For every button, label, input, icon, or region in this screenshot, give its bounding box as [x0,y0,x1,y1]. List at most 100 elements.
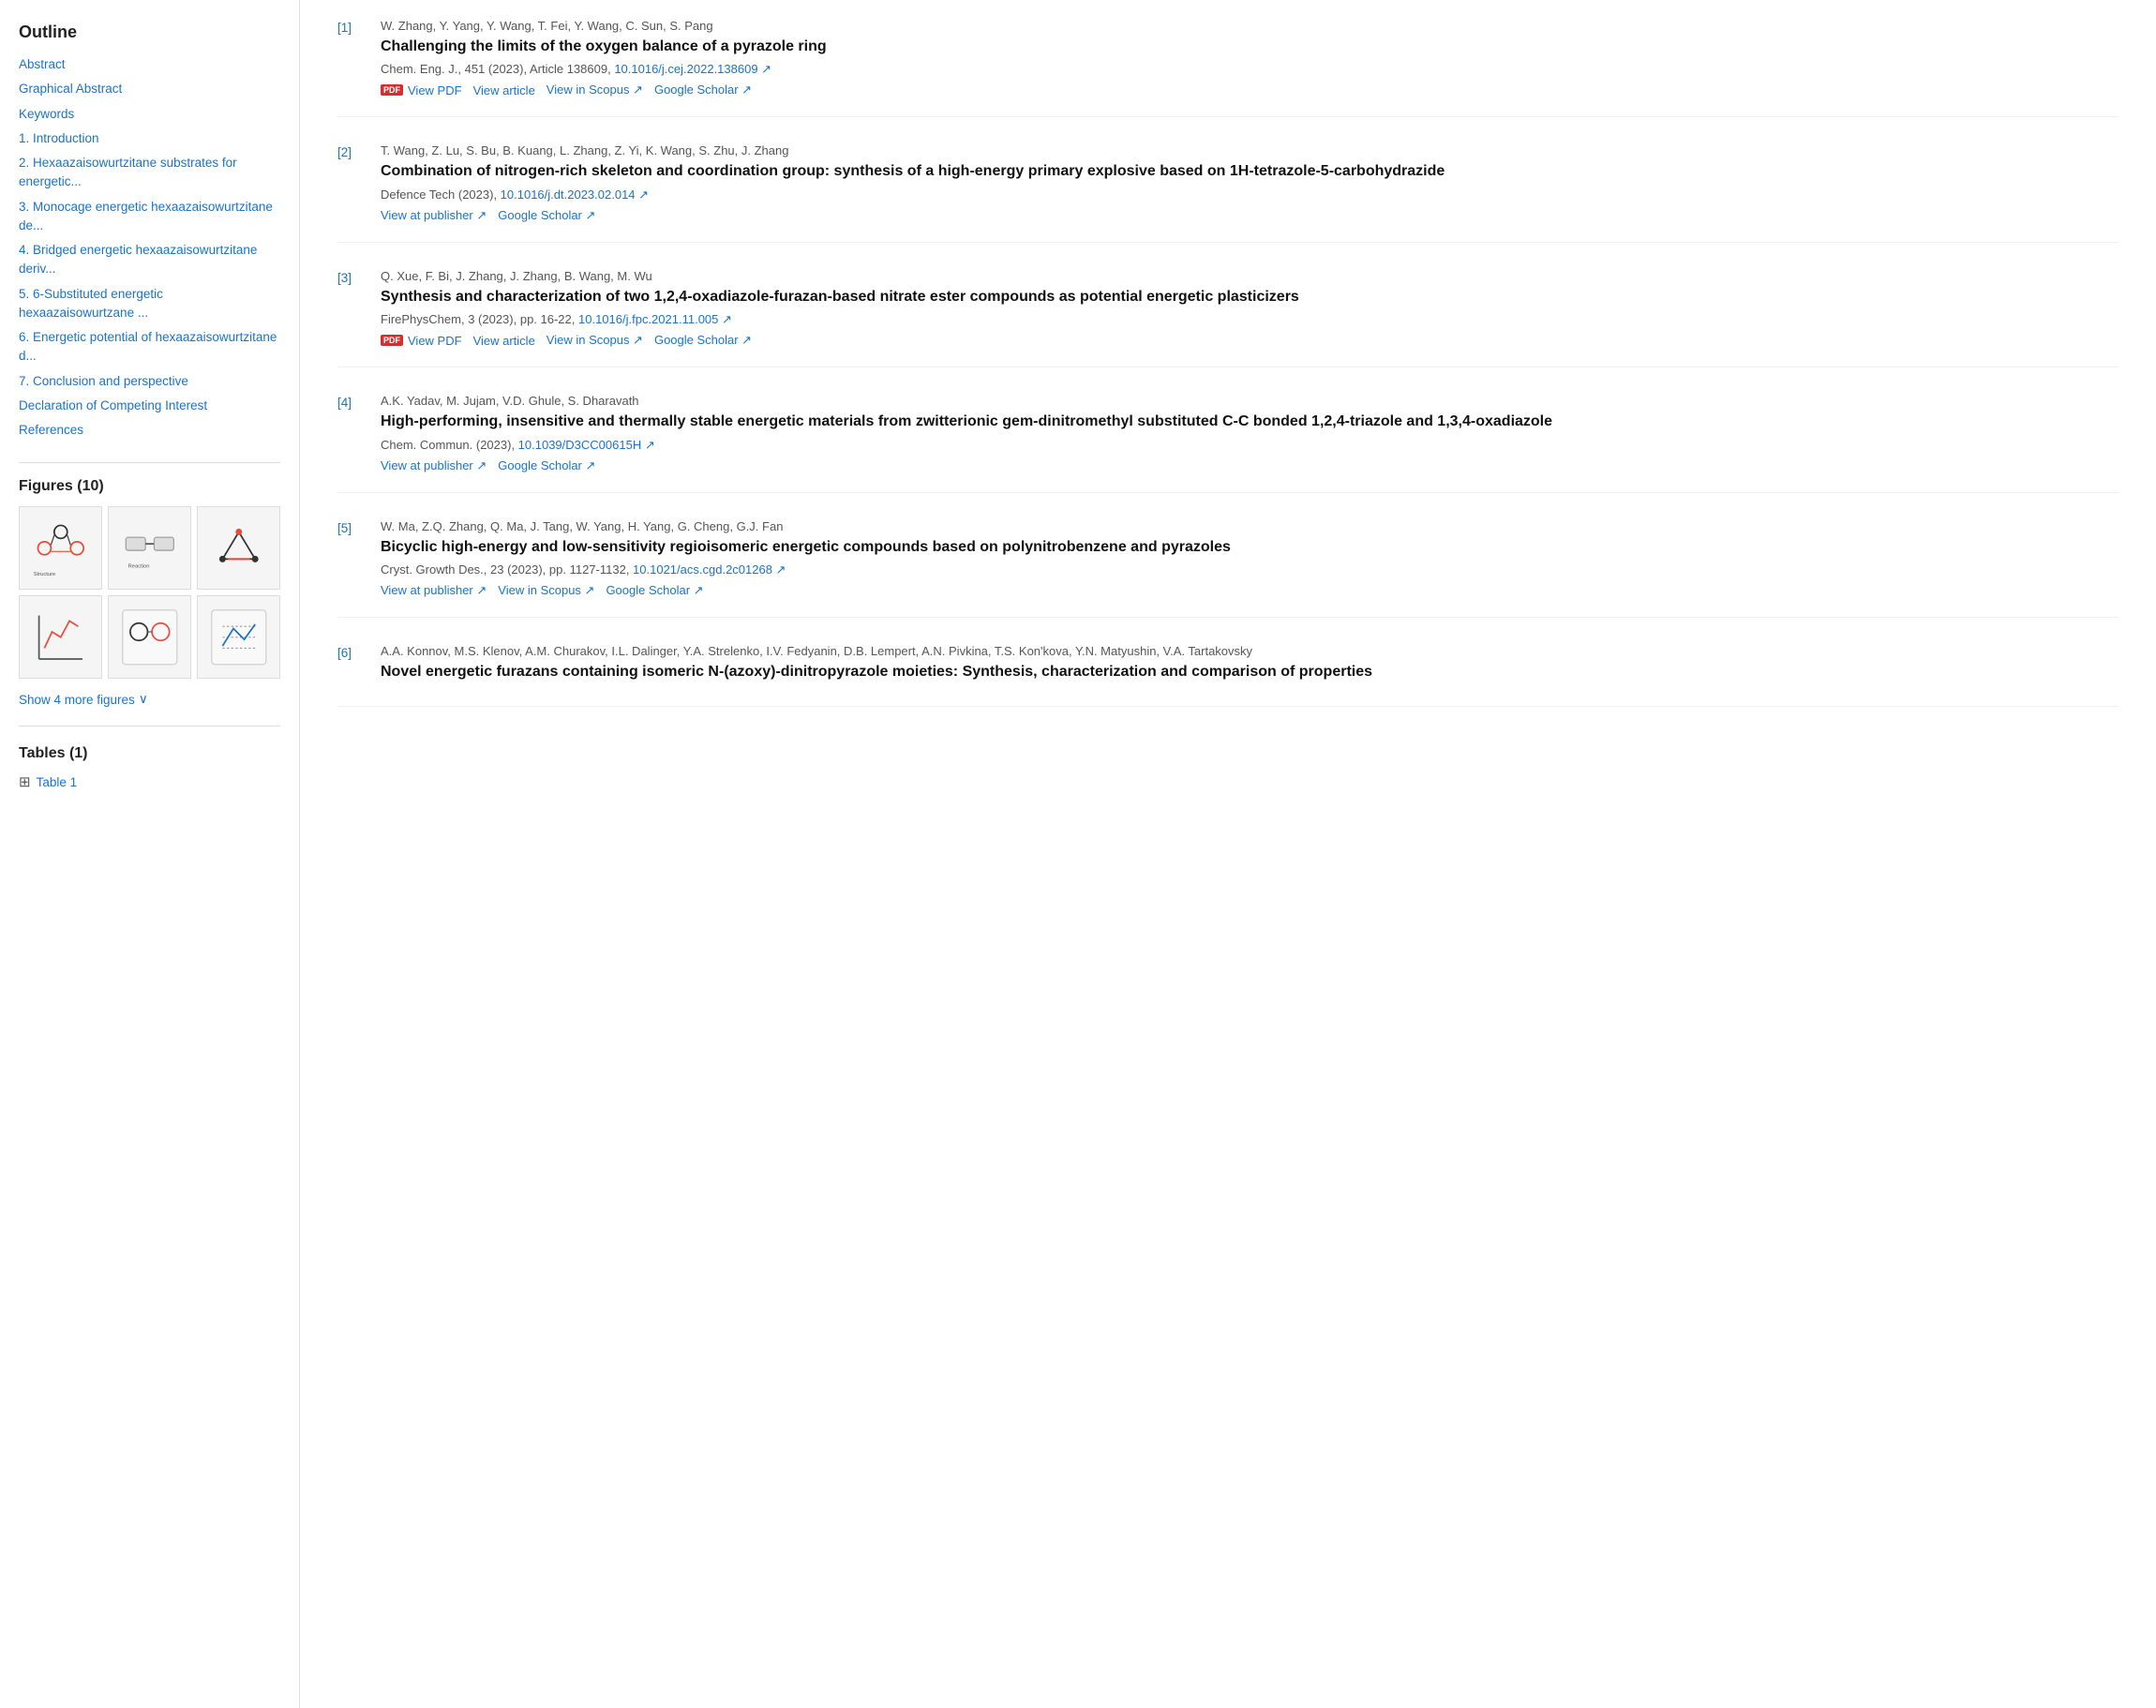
view-scopus-link[interactable]: View in Scopus ↗ [498,583,594,598]
ref-title: High-performing, insensitive and thermal… [381,412,2119,432]
nav-item: References [19,421,280,440]
ref-links: PDFView PDF View article View in Scopus ↗ G… [381,82,2119,97]
pdf-icon: PDF [381,84,403,96]
reference-item: [2]T. Wang, Z. Lu, S. Bu, B. Kuang, L. Z… [337,143,2119,242]
doi-link[interactable]: 10.1016/j.fpc.2021.11.005 ↗ [578,312,732,326]
nav-item: Abstract [19,55,280,74]
reference-item: [4] A.K. Yadav, M. Jujam, V.D. Ghule, S. … [337,394,2119,492]
tables-section: Tables (1) ⊞ Table 1 [19,745,280,790]
ref-authors: A.A. Konnov, M.S. Klenov, A.M. Churakov,… [381,644,2119,658]
view-scopus-link[interactable]: View in Scopus ↗ [546,333,643,348]
ref-authors: T. Wang, Z. Lu, S. Bu, B. Kuang, L. Zhan… [381,143,2119,157]
nav-link[interactable]: Declaration of Competing Interest [19,398,207,412]
nav-item: 3. Monocage energetic hexaazaisowurtzita… [19,198,280,236]
doi-link[interactable]: 10.1016/j.dt.2023.02.014 ↗ [501,187,649,202]
nav-link[interactable]: 3. Monocage energetic hexaazaisowurtzita… [19,200,273,232]
nav-item: 4. Bridged energetic hexaazaisowurtzitan… [19,241,280,279]
google-scholar-link[interactable]: Google Scholar ↗ [654,82,752,97]
ref-links: PDFView PDF View article View in Scopus ↗ G… [381,333,2119,348]
view-publisher-link[interactable]: View at publisher ↗ [381,583,487,598]
reference-item: [3] Q. Xue, F. Bi, J. Zhang, J. Zhang, B.… [337,269,2119,367]
show-more-label: Show 4 more figures [19,693,135,707]
references-list: [1] W. Zhang, Y. Yang, Y. Wang, T. Fei, Y… [337,19,2119,707]
divider-figures [19,462,280,463]
nav-link[interactable]: 5. 6-Substituted energetic hexaazaisowur… [19,287,163,320]
ref-content: A.A. Konnov, M.S. Klenov, A.M. Churakov,… [381,644,2119,687]
nav-list: Abstract Graphical Abstract Keywords 1. Int… [19,55,280,440]
ref-title: Bicyclic high-energy and low-sensitivity… [381,537,2119,558]
figure-thumb-6[interactable] [197,595,280,679]
nav-item: Graphical Abstract [19,80,280,98]
nav-item: 7. Conclusion and perspective [19,372,280,391]
ref-number: [4] [337,394,366,472]
ref-authors: W. Ma, Z.Q. Zhang, Q. Ma, J. Tang, W. Ya… [381,519,2119,533]
ref-number: [1] [337,19,366,97]
nav-link[interactable]: Graphical Abstract [19,82,122,96]
figure-thumb-2[interactable]: Reaction [108,506,191,590]
view-pdf-link[interactable]: PDFView PDF [381,83,462,97]
svg-text:Reaction: Reaction [127,564,149,570]
google-scholar-link[interactable]: Google Scholar ↗ [606,583,703,598]
nav-item: 5. 6-Substituted energetic hexaazaisowur… [19,285,280,323]
reference-item: [5] W. Ma, Z.Q. Zhang, Q. Ma, J. Tang, W.… [337,519,2119,618]
view-article-link[interactable]: View article [473,83,535,97]
table-1-link[interactable]: ⊞ Table 1 [19,773,280,790]
ref-links: View at publisher ↗ Google Scholar ↗ [381,208,2119,223]
ref-content: Q. Xue, F. Bi, J. Zhang, J. Zhang, B. Wa… [381,269,2119,348]
ref-journal: Defence Tech (2023), 10.1016/j.dt.2023.0… [381,187,2119,202]
ref-authors: Q. Xue, F. Bi, J. Zhang, J. Zhang, B. Wa… [381,269,2119,283]
figures-title: Figures (10) [19,478,280,495]
ref-content: A.K. Yadav, M. Jujam, V.D. Ghule, S. Dha… [381,394,2119,472]
ref-number: [5] [337,519,366,598]
google-scholar-link[interactable]: Google Scholar ↗ [654,333,752,348]
view-publisher-link[interactable]: View at publisher ↗ [381,208,487,223]
ref-content: W. Zhang, Y. Yang, Y. Wang, T. Fei, Y. W… [381,19,2119,97]
ref-title: Combination of nitrogen-rich skeleton an… [381,161,2119,182]
table-icon: ⊞ [19,773,31,790]
ref-title: Challenging the limits of the oxygen bal… [381,37,2119,57]
ref-content: W. Ma, Z.Q. Zhang, Q. Ma, J. Tang, W. Ya… [381,519,2119,598]
ref-content: T. Wang, Z. Lu, S. Bu, B. Kuang, L. Zhan… [381,143,2119,222]
nav-link[interactable]: References [19,423,83,437]
ref-authors: A.K. Yadav, M. Jujam, V.D. Ghule, S. Dha… [381,394,2119,408]
ref-links: View at publisher ↗ Google Scholar ↗ [381,458,2119,473]
nav-link[interactable]: 4. Bridged energetic hexaazaisowurtzitan… [19,243,257,276]
ref-journal: Cryst. Growth Des., 23 (2023), pp. 1127-… [381,562,2119,577]
nav-link[interactable]: 7. Conclusion and perspective [19,374,188,388]
google-scholar-link[interactable]: Google Scholar ↗ [498,208,595,223]
google-scholar-link[interactable]: Google Scholar ↗ [498,458,595,473]
nav-item: 1. Introduction [19,129,280,148]
view-article-link[interactable]: View article [473,334,535,348]
table-1-label[interactable]: Table 1 [37,775,78,789]
view-pdf-link[interactable]: PDFView PDF [381,334,462,348]
figure-thumb-1[interactable]: Structure [19,506,102,590]
ref-links: View at publisher ↗ View in Scopus ↗ Googl… [381,583,2119,598]
nav-item: 6. Energetic potential of hexaazaisowurt… [19,328,280,367]
pdf-icon: PDF [381,335,403,346]
nav-item: Keywords [19,105,280,124]
nav-link[interactable]: Keywords [19,107,74,121]
figure-thumb-5[interactable] [108,595,191,679]
view-publisher-link[interactable]: View at publisher ↗ [381,458,487,473]
ref-journal: Chem. Commun. (2023), 10.1039/D3CC00615H… [381,438,2119,453]
nav-item: 2. Hexaazaisowurtzitane substrates for e… [19,154,280,192]
nav-link[interactable]: 6. Energetic potential of hexaazaisowurt… [19,330,277,363]
show-more-figures-button[interactable]: Show 4 more figures ∨ [19,688,148,711]
figures-section: Figures (10) Structure [19,478,280,711]
doi-link[interactable]: 10.1016/j.cej.2022.138609 ↗ [614,62,771,76]
doi-link[interactable]: 10.1039/D3CC00615H ↗ [518,438,655,452]
outline-nav: Abstract Graphical Abstract Keywords 1. Int… [19,55,280,440]
ref-title: Synthesis and characterization of two 1,… [381,287,2119,307]
ref-number: [3] [337,269,366,348]
nav-link[interactable]: 2. Hexaazaisowurtzitane substrates for e… [19,156,237,188]
sidebar: Outline Abstract Graphical Abstract Keywor… [0,0,300,1708]
figure-thumb-3[interactable] [197,506,280,590]
nav-item: Declaration of Competing Interest [19,397,280,415]
figure-thumb-4[interactable] [19,595,102,679]
divider-tables [19,726,280,727]
nav-link[interactable]: Abstract [19,57,66,71]
outline-title: Outline [19,22,280,42]
view-scopus-link[interactable]: View in Scopus ↗ [546,82,643,97]
nav-link[interactable]: 1. Introduction [19,131,99,145]
doi-link[interactable]: 10.1021/acs.cgd.2c01268 ↗ [633,562,786,577]
